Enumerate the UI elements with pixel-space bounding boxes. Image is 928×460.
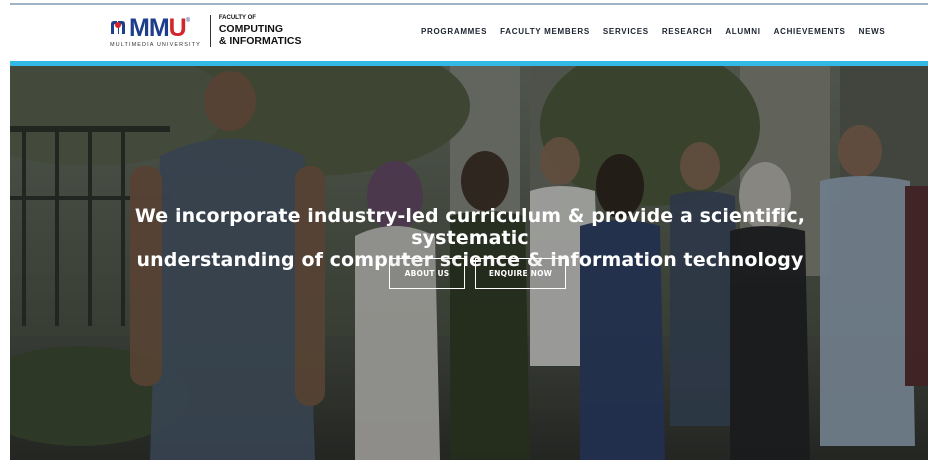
nav-alumni[interactable]: ALUMNI [725, 27, 760, 36]
about-us-button[interactable]: ABOUT US [389, 258, 465, 289]
hero-headline-line-1: We incorporate industry-led curriculum &… [134, 205, 806, 249]
faculty-line-1: COMPUTING [218, 23, 284, 35]
top-border [0, 0, 928, 5]
hero-headline: We incorporate industry-led curriculum &… [110, 205, 830, 271]
mmu-logo[interactable]: MMU ® MULTIMEDIA UNIVERSITY FACULTY OF C… [108, 15, 301, 55]
faculty-of-label: FACULTY OF [218, 15, 256, 21]
faculty-name: FACULTY OF COMPUTING & INFORMATICS [219, 15, 302, 46]
mmu-emblem-icon [111, 21, 125, 34]
hero-headline-line-2: understanding of computer science & info… [136, 249, 804, 271]
hero-banner: We incorporate industry-led curriculum &… [10, 66, 928, 460]
registered-mark: ® [185, 18, 191, 24]
enquire-now-button[interactable]: ENQUIRE NOW [475, 258, 566, 289]
logo-wordmark: MMU [129, 14, 187, 42]
main-nav: PROGRAMMES FACULTY MEMBERS SERVICES RESE… [421, 27, 898, 36]
logo-divider [209, 15, 211, 47]
site-header: MMU ® MULTIMEDIA UNIVERSITY FACULTY OF C… [10, 5, 928, 61]
nav-achievements[interactable]: ACHIEVEMENTS [774, 27, 846, 36]
logo-mark: MMU ® MULTIMEDIA UNIVERSITY [108, 14, 201, 49]
nav-faculty-members[interactable]: FACULTY MEMBERS [500, 27, 590, 36]
nav-research[interactable]: RESEARCH [662, 27, 713, 36]
nav-services[interactable]: SERVICES [603, 27, 649, 36]
nav-news[interactable]: NEWS [859, 27, 886, 36]
nav-programmes[interactable]: PROGRAMMES [421, 27, 487, 36]
logo-subtitle: MULTIMEDIA UNIVERSITY [110, 42, 201, 48]
faculty-line-2: & INFORMATICS [218, 34, 302, 47]
